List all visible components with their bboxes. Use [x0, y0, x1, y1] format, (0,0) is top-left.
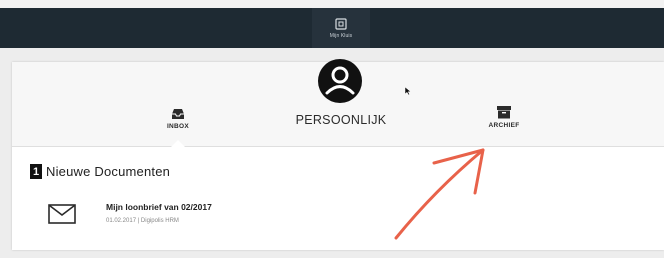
tab-inbox-label: INBOX [166, 123, 190, 130]
new-documents-heading: 1 Nieuwe Documenten [30, 164, 170, 179]
tab-archief-label: ARCHIEF [488, 122, 520, 129]
new-documents-title: Nieuwe Documenten [46, 164, 171, 179]
active-tab-pointer [171, 140, 185, 147]
page-title: PERSOONLIJK [295, 113, 387, 127]
vault-icon [335, 17, 347, 30]
envelope-icon [48, 204, 76, 224]
tab-inbox[interactable]: INBOX [160, 108, 196, 130]
inbox-tray-icon [172, 109, 184, 119]
document-title: Mijn loonbrief van 02/2017 [106, 202, 212, 212]
mouse-cursor-icon [404, 86, 412, 96]
archive-box-icon [497, 106, 511, 119]
tab-archief[interactable]: ARCHIEF [484, 105, 524, 129]
vault-label: Mijn Kluis [329, 32, 353, 39]
user-avatar-icon [318, 59, 362, 103]
top-strip [0, 0, 664, 8]
document-meta: 01.02.2017 | Digipolis HRM [106, 218, 179, 224]
new-documents-count-badge: 1 [30, 164, 42, 179]
document-list-item[interactable]: Mijn loonbrief van 02/2017 01.02.2017 | … [44, 196, 304, 236]
vault-menu-button[interactable]: Mijn Kluis [312, 8, 370, 48]
